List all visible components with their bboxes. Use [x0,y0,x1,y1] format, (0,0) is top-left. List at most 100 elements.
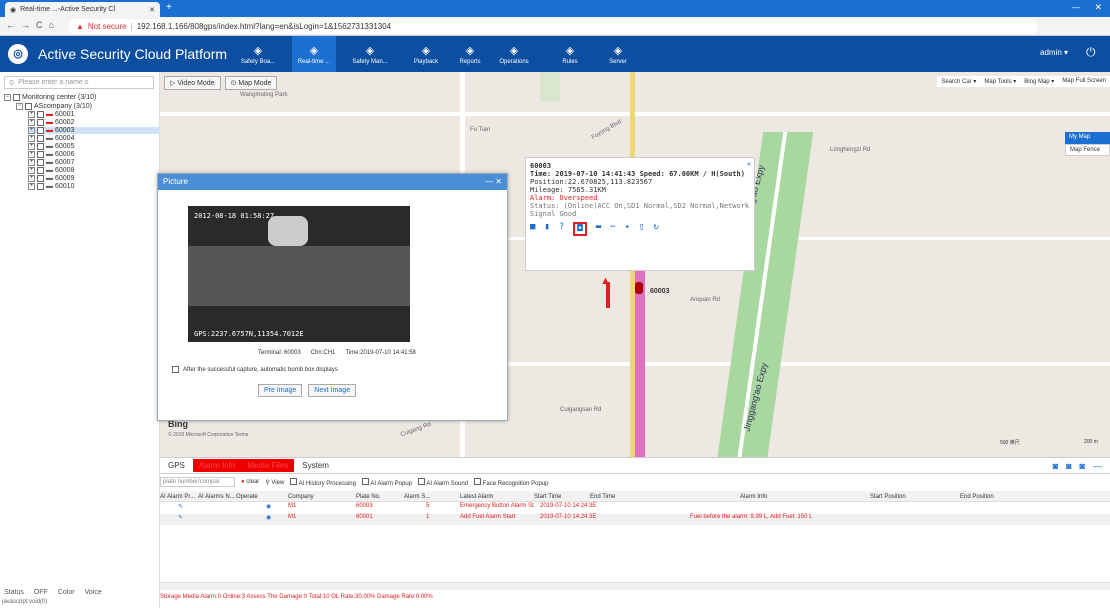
url-field[interactable]: ▲ Not secure | 192.168.1.166/808gps/inde… [68,19,1038,34]
more-icon[interactable]: ⋯ [610,222,615,236]
video-mode-button[interactable]: ▷ Video Mode [164,76,221,90]
nav-item-1[interactable]: ◈ Real-time ... [292,36,336,72]
nav-icon: ◈ [565,44,575,57]
my-map-button[interactable]: My Map [1065,132,1110,144]
minimize-icon[interactable]: — [1072,3,1080,12]
nav-icon: ◈ [509,44,519,57]
vehicle-item[interactable]: + ▬ 60008 [28,167,178,174]
auto-display-checkbox[interactable] [172,366,179,373]
capture-time: Time:2019-07-10 14:41:58 [345,350,416,356]
phone-icon[interactable]: ▮ [544,222,549,236]
map-copyright: © 2019 Microsoft Corporation Terms [168,432,249,438]
ai-sound-check[interactable]: AI Alarm Sound [418,477,468,487]
column-header[interactable]: Alarm Info [740,491,767,502]
tab-gps[interactable]: GPS [160,461,193,470]
column-header[interactable]: Latest Alarm [460,491,493,502]
window-close-icon[interactable]: ✕ [1094,2,1102,13]
info-time: Time: 2019-07-10 14:41:43 Speed: 67.00KM… [530,170,745,178]
nav-item-3[interactable]: ◈ Playback [404,36,448,72]
next-image-button[interactable]: Next Image [308,384,357,397]
url-text: 192.168.1.166/808gps/index.html?lang=en&… [136,22,392,31]
doc-icon[interactable]: ▯ [639,222,644,236]
nav-item-0[interactable]: ◈ Safety Boa... [236,36,280,72]
column-header[interactable]: End Time [590,491,615,502]
search-car-menu[interactable]: Search Car ▾ [941,78,976,85]
vehicle-item[interactable]: + ▬ 60005 [28,143,178,150]
column-header[interactable]: Start Time [534,491,561,502]
favicon-icon: ◉ [10,6,17,14]
nav-icon: ◈ [365,44,375,57]
face-popup-check[interactable]: Face Recognition Popup [474,477,548,487]
vehicle-item[interactable]: + ▬ 60002 [28,119,178,126]
view-icon[interactable]: ◉ [266,503,271,510]
nav-item-5[interactable]: ◈ Operations [492,36,536,72]
nav-item-6[interactable]: ◈ Rules [548,36,592,72]
panel-controls-icon[interactable]: ◙◙◙— [1053,461,1110,471]
camera-icon[interactable]: ◘ [573,222,587,236]
tool-icon[interactable]: ✦ [625,222,630,236]
table-header: AI Alarm Pr... AI Alarms N... Operate Compa… [160,491,1110,502]
tree-company[interactable]: − AScompany (3/10) [16,103,166,110]
power-icon[interactable]: ⏻ [1086,45,1096,60]
nav-item-7[interactable]: ◈ Server [596,36,640,72]
tab-alarm-info[interactable]: Alarm Info [192,459,242,472]
column-header[interactable]: Start Position [870,491,906,502]
column-header[interactable]: Company [288,491,314,502]
vehicle-item[interactable]: + ▬ 60006 [28,151,178,158]
vehicle-item[interactable]: + ▬ 60009 [28,175,178,182]
map-mode-button[interactable]: ⊙ Map Mode [224,76,278,90]
tab-media-files[interactable]: Media Files [241,459,295,472]
map-fence-button[interactable]: Map Fence [1065,144,1110,156]
nav-item-4[interactable]: ◈ Reports [448,36,492,72]
search-input[interactable]: Please enter a name o [18,79,88,86]
nav-item-2[interactable]: ◈ Safety Man... [348,36,392,72]
fullscreen-button[interactable]: Map Full Screen [1062,78,1106,85]
user-menu[interactable]: admin ▾ [1040,48,1068,57]
vehicle-item[interactable]: + ▬ 60010 [28,183,178,190]
new-tab-icon[interactable]: + [166,2,172,13]
table-row[interactable]: ✎ ◉ M1 60001 1 Add Fuel Alarm Start 2019-07-10… [160,514,1110,525]
info-status: Status: (Online)ACC On,SD1 Normal,SD2 No… [530,202,750,218]
refresh-icon[interactable]: ↻ [653,222,658,236]
column-header[interactable]: Plate No. [356,491,381,502]
vehicle-item[interactable]: + ▬ 60007 [28,159,178,166]
column-header[interactable]: AI Alarm Pr... [160,491,195,502]
status-url: javascript:void(0) [2,599,48,605]
filter-input[interactable]: plate number/compar [160,477,235,487]
h-scrollbar[interactable] [160,582,1110,590]
vehicle-item[interactable]: + ▬ 60004 [28,135,178,142]
column-header[interactable]: End Position [960,491,994,502]
vehicle-marker-icon[interactable] [635,282,643,294]
map-tools-menu[interactable]: Map Tools ▾ [984,78,1016,85]
view-button[interactable]: ⚲ View [265,479,284,486]
edit-icon[interactable]: ✎ [178,514,183,521]
column-header[interactable]: AI Alarms N... [198,491,235,502]
tab-system[interactable]: System [294,461,337,470]
message-icon[interactable]: ▬ [596,222,601,236]
sidebar-footer: Status OFF Color Voice [4,589,102,596]
ai-popup-check[interactable]: AI Alarm Popup [361,477,412,487]
vehicle-item[interactable]: + ▬ 60003 [28,127,178,134]
video-icon[interactable]: ■ [530,222,535,236]
info-alarm: Alarm: Overspeed [530,194,598,202]
clear-button[interactable]: ● clear [241,479,259,485]
column-header[interactable]: Alarm S... [404,491,430,502]
view-icon[interactable]: ◉ [266,514,271,521]
nav-icons[interactable]: ←→C⌂ [6,20,60,30]
tab-title: Real-time ...-Active Security Cl [20,6,116,13]
browser-tab[interactable]: ◉ Real-time ...-Active Security Cl ✕ [5,2,160,17]
bing-map-menu[interactable]: Bing Map ▾ [1024,78,1054,85]
close-popup-icon[interactable]: ✕ [747,160,751,168]
vehicle-item[interactable]: + ▬ 60001 [28,111,178,118]
logo-icon: ◎ [8,44,28,64]
listen-icon[interactable]: ? [559,222,564,236]
ai-history-check[interactable]: AI History Processing [290,477,356,487]
map-label: Cuigang Rd [399,421,432,439]
table-row[interactable]: ✎ ◉ M1 60003 5 Emergency Button Alarm St 2019-… [160,503,1110,514]
dialog-controls-icon[interactable]: — ✕ [485,177,502,187]
edit-icon[interactable]: ✎ [178,503,183,510]
column-header[interactable]: Operate [236,491,258,502]
pre-image-button[interactable]: Pre Image [258,384,303,397]
close-tab-icon[interactable]: ✕ [149,6,155,14]
tree-root[interactable]: − Monitoring center (3/10) [4,94,154,101]
